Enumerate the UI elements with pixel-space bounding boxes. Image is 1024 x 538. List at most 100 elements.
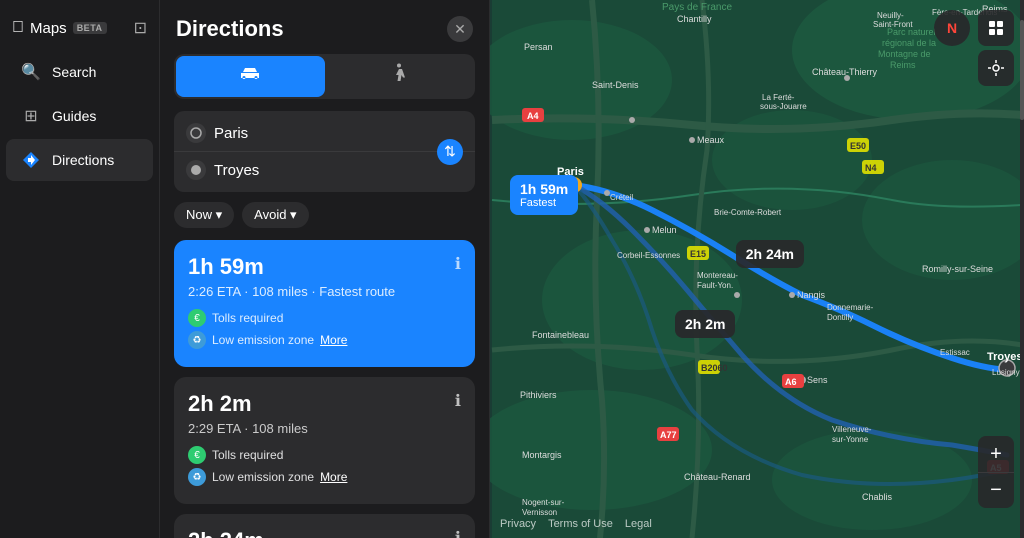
svg-text:Melun: Melun (652, 225, 677, 235)
svg-text:E50: E50 (850, 141, 866, 151)
svg-text:Troyes: Troyes (987, 351, 1022, 363)
map-area[interactable]: Paris Troyes A4 A5 E50 Meaux Melun Nangi… (490, 0, 1024, 538)
svg-text:La Ferté-: La Ferté- (762, 93, 795, 102)
svg-text:Nogent-sur-: Nogent-sur- (522, 498, 565, 507)
sidebar-item-label-search: Search (52, 64, 96, 80)
location-inputs: Paris Troyes ⇅ (174, 111, 475, 192)
route-2-emission-text: Low emission zone (212, 470, 314, 484)
route-3-info-icon[interactable]: ℹ (455, 528, 461, 538)
svg-text:A77: A77 (660, 430, 677, 440)
map-fastest-time: 1h 59m (520, 181, 568, 197)
sidebar-item-label-guides: Guides (52, 108, 96, 124)
map-alt1-time: 2h 24m (746, 246, 794, 262)
route-1-more-link[interactable]: More (320, 333, 347, 347)
route-1-info-icon[interactable]: ℹ (455, 254, 461, 274)
route-card-2[interactable]: 2h 2m ℹ 2:29 ETA · 108 miles € Tolls req… (174, 377, 475, 504)
sidebar-header:  Maps BETA ⊡ (0, 10, 159, 50)
svg-text:Brie-Comte-Robert: Brie-Comte-Robert (714, 208, 782, 217)
svg-text:Lusigny: Lusigny (992, 368, 1020, 377)
transport-walk-button[interactable] (325, 56, 474, 97)
svg-text:sur-Yonne: sur-Yonne (832, 435, 869, 444)
legal-link[interactable]: Legal (625, 518, 652, 530)
origin-field[interactable]: Paris (214, 125, 463, 142)
scrollbar-thumb[interactable] (1020, 20, 1024, 120)
destination-row[interactable]: Troyes (174, 151, 475, 188)
map-alt2-time: 2h 2m (685, 316, 725, 332)
map-compass[interactable]: N (934, 10, 970, 46)
destination-field[interactable]: Troyes (214, 162, 463, 179)
search-icon: 🔍 (20, 61, 42, 83)
sidebar-toggle-icon[interactable]: ⊡ (134, 18, 147, 38)
route-card-3[interactable]: 2h 24m ℹ 2:52 ETA · 97 miles · Avoids to… (174, 514, 475, 538)
route-2-info-icon[interactable]: ℹ (455, 391, 461, 411)
svg-text:Château-Thierry: Château-Thierry (812, 67, 878, 77)
route-2-toll-badge: € Tolls required (188, 446, 461, 464)
route-2-time: 2h 2m (188, 391, 252, 417)
terms-link[interactable]: Terms of Use (548, 518, 613, 530)
svg-text:sous-Jouarre: sous-Jouarre (760, 102, 807, 111)
map-background: Paris Troyes A4 A5 E50 Meaux Melun Nangi… (490, 0, 1024, 538)
svg-text:Meaux: Meaux (697, 135, 725, 145)
sidebar:  Maps BETA ⊡ 🔍 Search ⊞ Guides Directio… (0, 0, 160, 538)
destination-dot-icon (186, 160, 206, 180)
route-2-emission-badge: ♻ Low emission zone More (188, 468, 461, 486)
route-1-details: 2:26 ETA · 108 miles · Fastest route (188, 284, 461, 299)
swap-locations-button[interactable]: ⇅ (437, 139, 463, 165)
scrollbar[interactable] (1020, 0, 1024, 538)
svg-text:B2060: B2060 (701, 363, 728, 373)
svg-text:Fontainebleau: Fontainebleau (532, 330, 589, 340)
svg-text:N4: N4 (865, 163, 877, 173)
origin-dot-icon (186, 123, 206, 143)
map-layers-button[interactable] (978, 10, 1014, 46)
svg-text:Dontilly: Dontilly (827, 313, 853, 322)
avoid-filter-button[interactable]: Avoid ▾ (242, 202, 308, 228)
zoom-out-button[interactable]: − (978, 472, 1014, 508)
directions-panel: Directions ✕ (160, 0, 490, 538)
app-name-label: Maps (30, 20, 67, 37)
svg-text:Villeneuve-: Villeneuve- (832, 425, 872, 434)
route-1-time: 1h 59m (188, 254, 264, 280)
toll-icon-2: € (188, 446, 206, 464)
svg-text:Corbeil-Essonnes: Corbeil-Essonnes (617, 251, 680, 260)
swap-icon: ⇅ (444, 143, 456, 160)
now-filter-label: Now ▾ (186, 207, 222, 223)
sidebar-item-search[interactable]: 🔍 Search (6, 51, 153, 93)
svg-text:Chablis: Chablis (862, 492, 893, 502)
emission-icon: ♻ (188, 331, 206, 349)
sidebar-item-directions[interactable]: Directions (6, 139, 153, 181)
close-button[interactable]: ✕ (447, 16, 473, 42)
directions-header: Directions ✕ (160, 0, 489, 54)
route-1-emission-text: Low emission zone (212, 333, 314, 347)
svg-text:Pays de France: Pays de France (662, 2, 732, 13)
map-route-badge-alt1[interactable]: 2h 24m (736, 240, 804, 268)
now-filter-button[interactable]: Now ▾ (174, 202, 234, 228)
walk-icon (391, 63, 407, 90)
emission-icon-2: ♻ (188, 468, 206, 486)
apple-logo-icon:  (12, 19, 24, 37)
sidebar-item-label-directions: Directions (52, 152, 114, 168)
guides-icon: ⊞ (20, 105, 42, 127)
privacy-link[interactable]: Privacy (500, 518, 536, 530)
map-route-badge-alt2[interactable]: 2h 2m (675, 310, 735, 338)
transport-car-button[interactable] (176, 56, 325, 97)
svg-text:Chantilly: Chantilly (677, 14, 712, 24)
svg-text:Montargis: Montargis (522, 450, 562, 460)
sidebar-item-guides[interactable]: ⊞ Guides (6, 95, 153, 137)
map-route-badge-fastest[interactable]: 1h 59m Fastest (510, 175, 578, 215)
svg-text:régional de la: régional de la (882, 38, 936, 48)
origin-row[interactable]: Paris (174, 115, 475, 151)
svg-text:Romilly-sur-Seine: Romilly-sur-Seine (922, 264, 993, 274)
zoom-in-button[interactable]: + (978, 436, 1014, 472)
route-card-1[interactable]: 1h 59m ℹ 2:26 ETA · 108 miles · Fastest … (174, 240, 475, 367)
map-location-button[interactable] (978, 50, 1014, 86)
svg-text:Créteil: Créteil (610, 193, 633, 202)
route-2-more-link[interactable]: More (320, 470, 347, 484)
svg-text:Montereau-: Montereau- (697, 271, 738, 280)
svg-text:Neuilly-: Neuilly- (877, 11, 904, 20)
svg-text:Estissac: Estissac (940, 348, 970, 357)
svg-text:Donnemarie-: Donnemarie- (827, 303, 874, 312)
svg-text:Persan: Persan (524, 42, 553, 52)
map-fastest-label: Fastest (520, 197, 568, 209)
svg-text:Fault-Yon.: Fault-Yon. (697, 281, 733, 290)
svg-text:Sens: Sens (807, 375, 828, 385)
